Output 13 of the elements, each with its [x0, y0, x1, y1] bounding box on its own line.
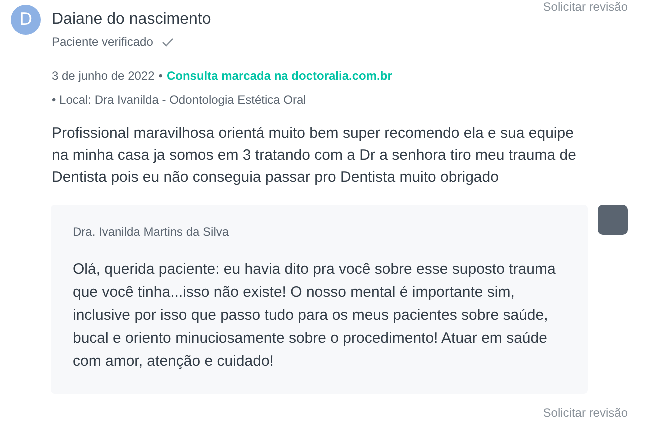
photo-placeholder	[598, 205, 628, 235]
verified-label: Paciente verificado	[52, 35, 154, 49]
booking-note: Consulta marcada na doctoralia.com.br	[166, 69, 392, 83]
user-avatar: D	[11, 5, 41, 35]
reply-author: Dra. Ivanilda Martins da Silva	[73, 225, 230, 239]
reviewer-name: Daiane do nascimento	[52, 11, 212, 29]
review-text: Profissional maravilhosa orientá muito bem super recomendo ela e sua equipe na minha casa ja somos em 3 tratando com a Dr a senhora tiro meu trauma de Dentista pois eu não conseguia passar pro Dentista muito obrigado	[52, 124, 578, 188]
location-text: • Local: Dra Ivanilda - Odontologia Estética Oral	[52, 93, 308, 107]
request-review-link[interactable]: Solicitar revisão	[543, 0, 628, 14]
review-date: 3 de junho de 2022	[52, 69, 155, 83]
request-review-link[interactable]: Solicitar revisão	[543, 406, 628, 420]
bullet: •	[158, 69, 163, 83]
reply-text: Olá, querida paciente: eu havia dito pra você sobre esse suposto trauma que você tinha...isso não existe! O nosso mental é importante sim, inclusive por isso que passo tudo para os meus pacientes sobre saúde, bucal e oriento minuciosamente sobre o procedimento! Atuar em saúde com amor, atenção e cuidado!	[73, 260, 557, 372]
